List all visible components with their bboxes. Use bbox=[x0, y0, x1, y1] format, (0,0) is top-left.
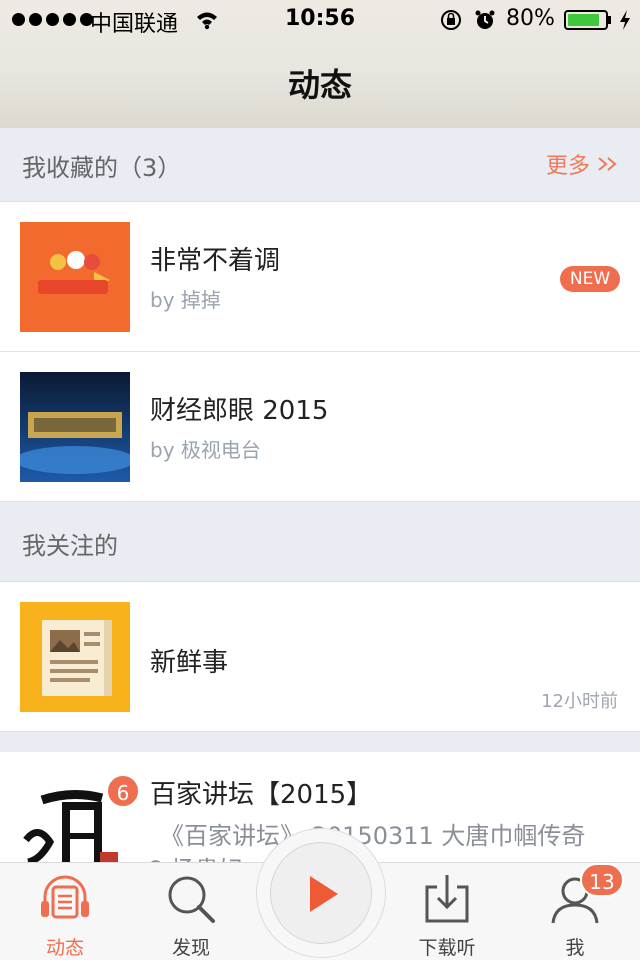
more-favorites-link[interactable]: 更多 bbox=[546, 148, 620, 180]
program-cover-image bbox=[20, 222, 130, 332]
following-section-header: 我关注的 bbox=[0, 502, 640, 582]
top-header: 中国联通 10:56 80% 动态 bbox=[0, 0, 640, 128]
tab-label: 下载听 bbox=[418, 937, 476, 959]
favorite-item[interactable]: 财经郎眼 2015 by 极视电台 bbox=[0, 352, 640, 502]
play-icon bbox=[310, 876, 338, 912]
search-icon bbox=[168, 876, 215, 923]
play-button[interactable] bbox=[256, 828, 386, 958]
favorite-item[interactable]: 非常不着调 by 掉掉 NEW bbox=[0, 202, 640, 352]
program-title: 财经郎眼 2015 bbox=[150, 396, 329, 426]
notification-count-badge: 13 bbox=[580, 863, 624, 897]
news-icon bbox=[20, 602, 130, 712]
battery-icon bbox=[564, 10, 611, 30]
rotation-lock-icon bbox=[441, 10, 461, 30]
battery-percent: 80% bbox=[506, 6, 555, 31]
following-section-title: 我关注的 bbox=[22, 532, 118, 560]
tab-label: 发现 bbox=[171, 937, 210, 959]
program-author: by 极视电台 bbox=[150, 438, 261, 462]
tab-discover[interactable]: 发现 bbox=[136, 863, 246, 960]
divider bbox=[0, 732, 640, 752]
new-badge: NEW bbox=[560, 266, 620, 292]
page-title: 动态 bbox=[287, 66, 352, 104]
tab-downloads[interactable]: 下载听 bbox=[392, 863, 502, 960]
play-button-inner bbox=[270, 842, 372, 944]
alarm-icon bbox=[475, 10, 495, 29]
unread-count-badge: 6 bbox=[106, 774, 140, 808]
feed-episode-line2: 8 杨贵妃 bbox=[148, 850, 243, 862]
tab-me[interactable]: 我 13 bbox=[520, 863, 630, 960]
radio-headphone-icon bbox=[41, 875, 89, 919]
favorites-section-header: 我收藏的（3） 更多 bbox=[0, 128, 640, 202]
tab-label: 我 bbox=[565, 937, 585, 959]
favorites-section-title: 我收藏的（3） bbox=[22, 154, 182, 182]
status-bar: 中国联通 10:56 80% bbox=[0, 0, 640, 40]
program-author: by 掉掉 bbox=[150, 288, 221, 312]
following-title: 新鲜事 bbox=[150, 648, 229, 678]
time-ago: 12小时前 bbox=[541, 691, 618, 712]
tab-label: 动态 bbox=[45, 937, 84, 959]
more-label: 更多 bbox=[545, 154, 590, 179]
program-title: 非常不着调 bbox=[150, 246, 281, 276]
feed-title: 百家讲坛【2015】 bbox=[150, 780, 373, 810]
tab-dynamic[interactable]: 动态 bbox=[10, 863, 120, 960]
double-chevron-right-icon bbox=[598, 157, 617, 171]
download-icon bbox=[425, 875, 469, 923]
following-item[interactable]: 新鲜事 12小时前 bbox=[0, 582, 640, 732]
program-cover-image bbox=[20, 372, 130, 482]
charging-icon bbox=[620, 10, 630, 30]
